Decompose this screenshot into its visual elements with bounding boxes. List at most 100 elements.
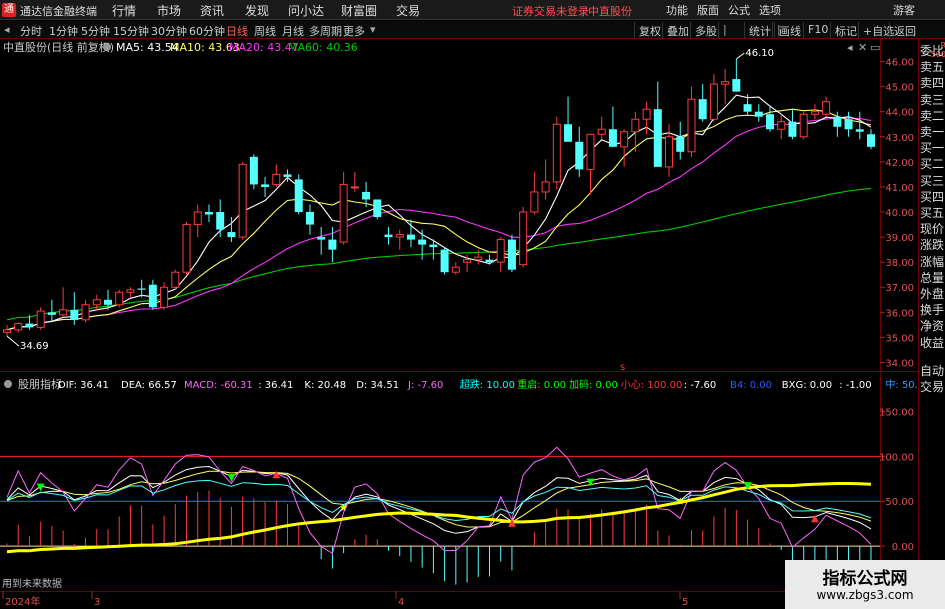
indicator-name: 股朋指标 — [18, 377, 62, 391]
sidebar-item-5[interactable]: 卖三 — [920, 92, 945, 108]
sidebar-item-4[interactable]: 卖四 — [920, 75, 945, 91]
period-15min[interactable]: 15分钟 — [113, 23, 149, 39]
indicator-value-7: 超跌: 10.00 — [460, 378, 515, 391]
period-60min[interactable]: 60分钟 — [189, 23, 225, 39]
candle-body — [586, 133, 595, 170]
toolbar-draw[interactable]: 画线 — [774, 22, 805, 38]
menu-guest[interactable]: 游客 — [893, 2, 915, 18]
maximize-icon: ▭ — [870, 41, 880, 54]
sidebar-item-8[interactable]: 买一 — [920, 140, 945, 156]
candle-body — [833, 116, 842, 127]
settings-icon — [103, 43, 111, 51]
quote-sidebar: R 500 委比 卖五 卖四 卖三 卖二 卖一 买一 买二 买三 买四 买五 现价 涨跌 涨幅 总量 外盘 换手 净资… — [918, 39, 945, 609]
collapse-icon[interactable]: ◂ — [4, 23, 10, 36]
candle-body — [530, 191, 539, 213]
date-label: 5 — [682, 597, 688, 608]
toolbar-back[interactable]: 返回 — [889, 22, 920, 38]
main-chart-title: 中直股份(日线 前复权) — [3, 40, 114, 54]
date-label: 3 — [94, 597, 100, 608]
sidebar-item-15[interactable]: 涨幅 — [920, 254, 945, 270]
sidebar-item-20[interactable]: 收益 — [920, 335, 945, 351]
menu-item-xiaoda[interactable]: 问小达 — [288, 2, 324, 19]
menu-options[interactable]: 选项 — [759, 2, 781, 18]
menu-item-quotes[interactable]: 行情 — [112, 2, 136, 19]
toolbar-f10[interactable]: F10 — [803, 22, 832, 38]
sidebar-item-22[interactable]: 交易 — [920, 379, 945, 395]
period-1min[interactable]: 1分钟 — [49, 23, 78, 39]
candle-body — [317, 237, 326, 240]
toolbar-mark[interactable]: 标记 — [830, 22, 861, 38]
ind-tick-label: 150.00 — [879, 407, 914, 418]
menu-function[interactable]: 功能 — [666, 2, 688, 18]
candle-body — [70, 309, 79, 320]
chart-area[interactable]: 股朋指标DIF: 36.41 DEA: 66.57 MACD: -60.31: 36… — [0, 39, 918, 609]
sidebar-item-6[interactable]: 卖二 — [920, 108, 945, 124]
indicator-value-6: J: -7.60 — [407, 380, 443, 391]
toolbar-restore-rights[interactable]: 复权 — [634, 22, 665, 38]
candle-body — [474, 256, 483, 261]
close-icon: ✕ — [858, 41, 867, 54]
candle-body — [3, 329, 11, 333]
candle-body — [575, 141, 584, 170]
ma60-label: MA60: 40.36 — [288, 41, 358, 54]
dropdown-icon[interactable]: ▾ — [370, 23, 376, 36]
candle-body — [384, 234, 393, 238]
menu-item-market[interactable]: 市场 — [157, 2, 181, 19]
sidebar-item-12[interactable]: 买五 — [920, 205, 945, 221]
toolbar-multi-stock[interactable]: 多股 — [690, 22, 721, 38]
candle-body — [608, 129, 617, 147]
candle-body — [294, 179, 303, 213]
sidebar-item-7[interactable]: 卖一 — [920, 124, 945, 140]
menu-formula[interactable]: 公式 — [728, 2, 750, 18]
login-warning[interactable]: 证券交易未登录 — [512, 3, 589, 19]
sidebar-item-14[interactable]: 涨跌 — [920, 237, 945, 253]
candle-body — [665, 136, 674, 168]
price-tick-label: 42.00 — [885, 158, 914, 169]
sidebar-item-18[interactable]: 换手 — [920, 302, 945, 318]
sidebar-item-3[interactable]: 卖五 — [920, 59, 945, 75]
period-weekly[interactable]: 周线 — [254, 23, 276, 39]
candle-body — [126, 289, 135, 293]
candle-body — [564, 124, 573, 142]
menu-item-trade[interactable]: 交易 — [396, 2, 420, 19]
toolbar-overlay[interactable]: 叠加 — [662, 22, 693, 38]
sidebar-item-9[interactable]: 买二 — [920, 156, 945, 172]
period-5min[interactable]: 5分钟 — [81, 23, 110, 39]
sidebar-item-21[interactable]: 自动 — [920, 363, 945, 379]
sidebar-item-13[interactable]: 现价 — [920, 221, 945, 237]
period-more[interactable]: 更多 — [343, 23, 365, 39]
sidebar-item-16[interactable]: 总量 — [920, 270, 945, 286]
menu-item-news[interactable]: 资讯 — [200, 2, 224, 19]
toolbar-statistics[interactable]: 统计 — [744, 22, 775, 38]
period-daily[interactable]: 日线 — [226, 23, 248, 39]
period-30min[interactable]: 30分钟 — [151, 23, 187, 39]
signal-marker: ▼ — [587, 477, 595, 488]
period-multi[interactable]: 多周期 — [309, 23, 342, 39]
candle-body — [709, 83, 718, 120]
app-title: 通达信金融终端 — [20, 5, 97, 18]
candle-body — [552, 123, 561, 183]
price-tick-label: 44.00 — [885, 108, 914, 119]
menu-item-fortune[interactable]: 财富圈 — [341, 2, 377, 19]
sidebar-item-17[interactable]: 外盘 — [920, 286, 945, 302]
candle-body — [754, 111, 763, 117]
candle-body — [350, 186, 359, 189]
signal-marker: ▲ — [272, 469, 280, 480]
period-intraday[interactable]: 分时 — [20, 23, 42, 39]
sidebar-item-2[interactable]: 委比 — [920, 43, 945, 59]
menu-layout[interactable]: 版面 — [697, 2, 719, 18]
candle-body — [519, 211, 528, 266]
toolbar-separator: | — [718, 22, 731, 38]
indicator-value-1: DEA: 66.57 — [121, 380, 177, 391]
signal-marker: ▲ — [811, 513, 819, 524]
candle-body — [182, 224, 191, 273]
candle-body — [698, 99, 707, 120]
sidebar-item-19[interactable]: 净资 — [920, 318, 945, 334]
sidebar-item-11[interactable]: 买四 — [920, 189, 945, 205]
price-tick-label: 46.00 — [885, 58, 914, 69]
period-monthly[interactable]: 月线 — [282, 23, 304, 39]
candle-body — [418, 239, 427, 245]
indicator-value-2: MACD: -60.31 — [184, 380, 253, 391]
menu-item-discover[interactable]: 发现 — [245, 2, 269, 19]
sidebar-item-10[interactable]: 买三 — [920, 173, 945, 189]
